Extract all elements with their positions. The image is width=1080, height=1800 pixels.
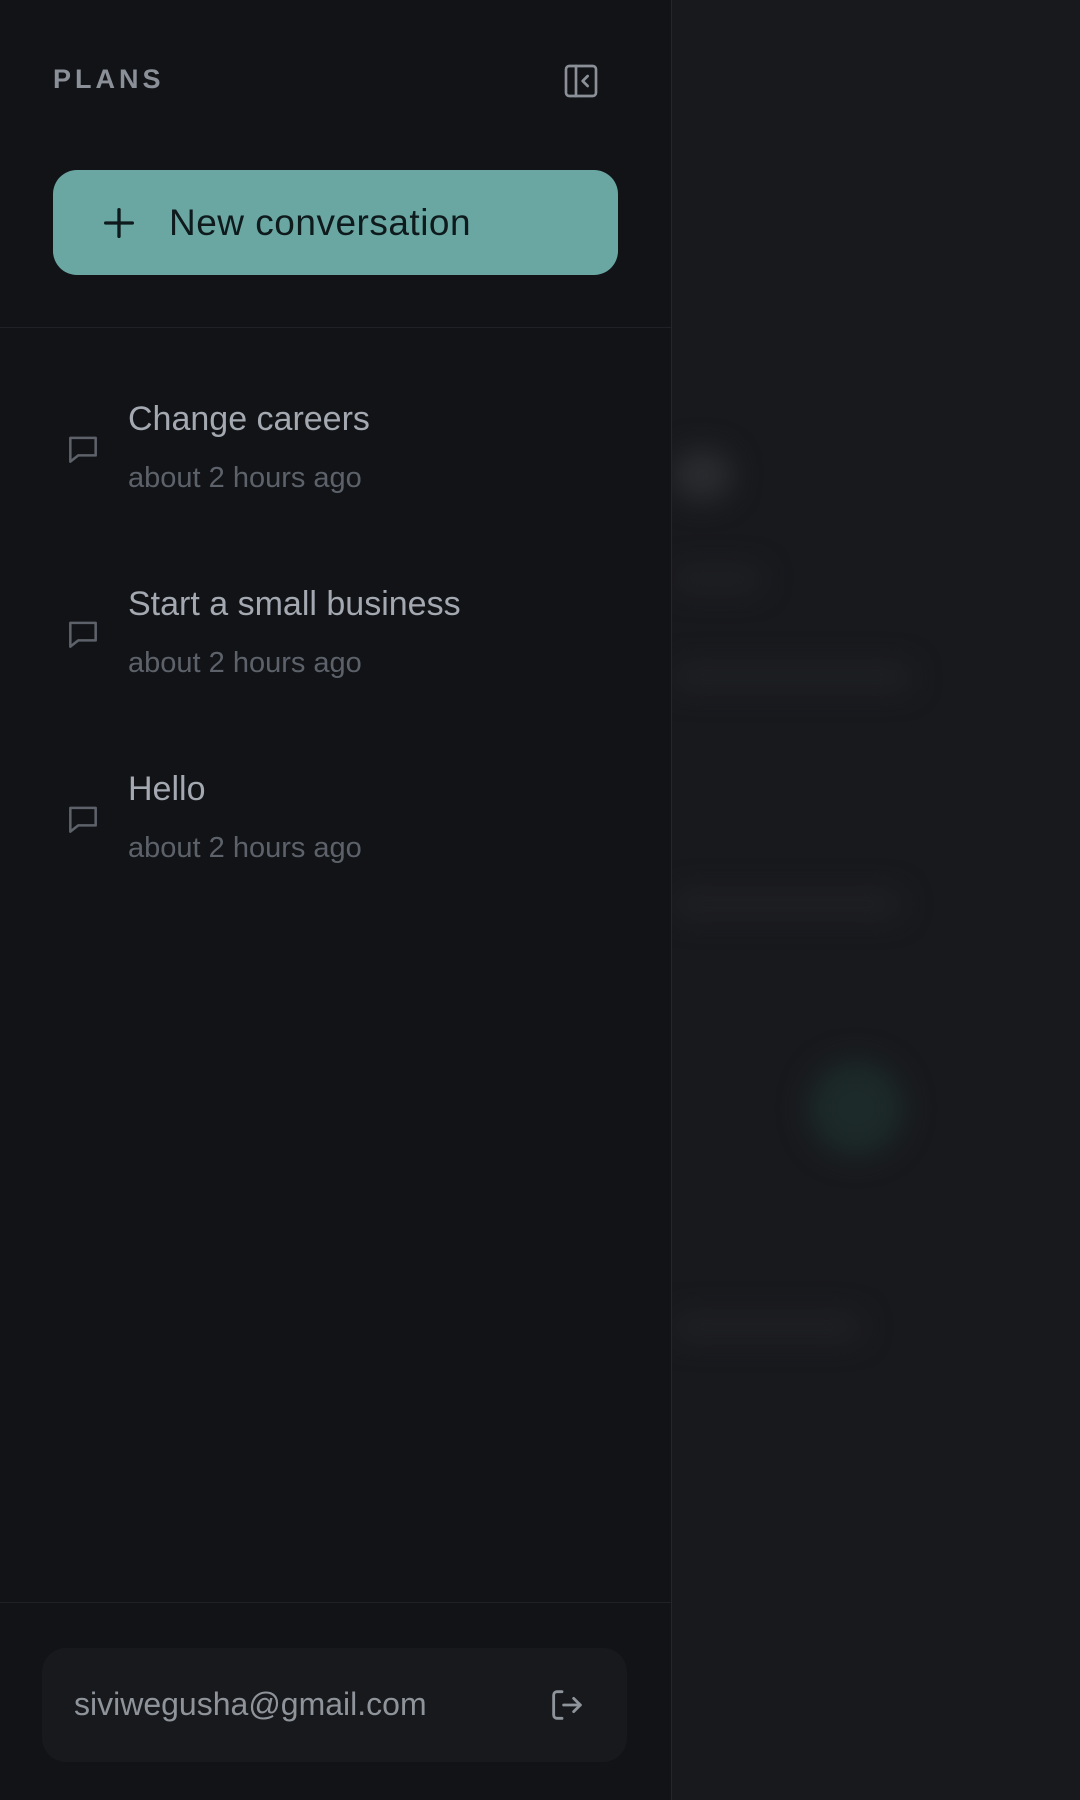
conversation-sidebar: PLANS New conversation Change careers ab… [0,0,672,1800]
conversation-time: about 2 hours ago [128,832,362,864]
conversation-time: about 2 hours ago [128,647,362,679]
blurred-text-line [672,1315,862,1339]
conversation-item[interactable]: Hello about 2 hours ago [0,730,671,915]
new-conversation-label: New conversation [169,201,472,243]
sidebar-header: PLANS New conversation [0,0,671,328]
conversation-item[interactable]: Change careers about 2 hours ago [0,360,671,545]
conversation-list: Change careers about 2 hours ago Start a… [0,360,671,915]
sidebar-title: PLANS [53,64,165,94]
account-email: siviwegusha@gmail.com [74,1686,427,1722]
new-conversation-button[interactable]: New conversation [53,170,618,275]
logout-icon [552,1690,582,1720]
blurred-avatar [672,450,732,500]
conversation-item[interactable]: Start a small business about 2 hours ago [0,545,671,730]
sidebar-collapse-icon [564,64,598,98]
conversation-title: Change careers [128,400,370,438]
collapse-sidebar-button[interactable] [558,58,604,104]
chat-bubble-icon [69,621,97,648]
conversation-time: about 2 hours ago [128,462,362,494]
conversation-title: Hello [128,770,206,808]
blurred-button [808,1060,904,1156]
account-panel: siviwegusha@gmail.com [42,1648,627,1762]
sidebar-footer: siviwegusha@gmail.com [0,1602,671,1800]
logout-button[interactable] [544,1682,590,1728]
chat-bubble-icon [69,436,97,463]
blurred-text-line [672,568,762,590]
blurred-text-line [672,892,902,916]
chat-bubble-icon [69,806,97,833]
conversation-title: Start a small business [128,585,461,623]
plus-icon [104,207,134,238]
blurred-text-line [672,665,912,689]
